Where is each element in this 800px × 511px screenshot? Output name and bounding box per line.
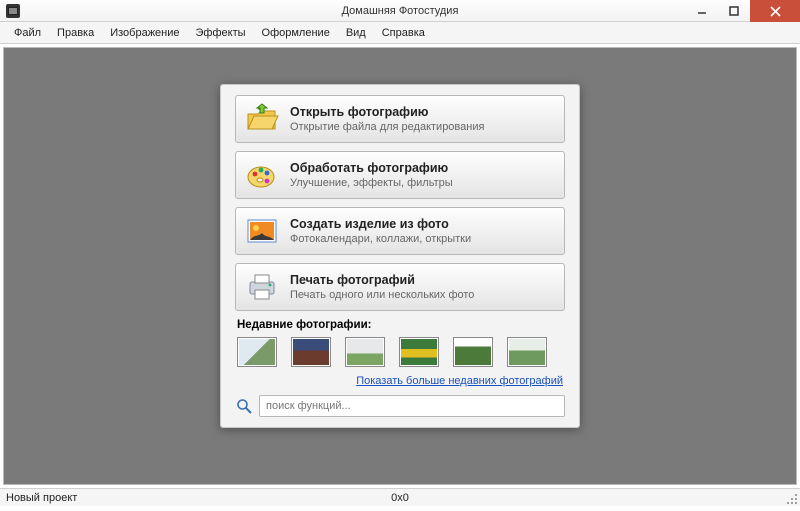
- recent-photos-label: Недавние фотографии:: [237, 319, 563, 331]
- close-button[interactable]: [750, 0, 800, 22]
- process-photo-button[interactable]: Обработать фотографию Улучшение, эффекты…: [235, 151, 565, 199]
- create-product-title: Создать изделие из фото: [290, 217, 471, 231]
- search-icon: [235, 397, 253, 415]
- picture-icon: [244, 213, 280, 249]
- workspace: Открыть фотографию Открытие файла для ре…: [0, 44, 800, 488]
- status-project: Новый проект: [6, 492, 77, 504]
- menubar: Файл Правка Изображение Эффекты Оформлен…: [0, 22, 800, 44]
- palette-icon: [244, 157, 280, 193]
- print-photos-button[interactable]: Печать фотографий Печать одного или неск…: [235, 263, 565, 311]
- window-controls: [686, 0, 800, 22]
- recent-thumb[interactable]: [507, 337, 547, 367]
- printer-icon: [244, 269, 280, 305]
- recent-thumb[interactable]: [399, 337, 439, 367]
- search-input[interactable]: [259, 395, 565, 417]
- open-folder-icon: [244, 101, 280, 137]
- welcome-panel: Открыть фотографию Открытие файла для ре…: [220, 84, 580, 428]
- menu-help[interactable]: Справка: [374, 25, 433, 41]
- process-photo-title: Обработать фотографию: [290, 161, 453, 175]
- menu-edit[interactable]: Правка: [49, 25, 102, 41]
- menu-effects[interactable]: Эффекты: [188, 25, 254, 41]
- more-recent-wrapper: Показать больше недавних фотографий: [237, 375, 563, 387]
- search-row: [235, 395, 565, 417]
- close-icon: [770, 6, 781, 17]
- titlebar: Домашняя Фотостудия: [0, 0, 800, 22]
- open-photo-title: Открыть фотографию: [290, 105, 484, 119]
- status-dimensions: 0x0: [391, 492, 409, 504]
- open-photo-button[interactable]: Открыть фотографию Открытие файла для ре…: [235, 95, 565, 143]
- process-photo-subtitle: Улучшение, эффекты, фильтры: [290, 177, 453, 189]
- window-title: Домашняя Фотостудия: [0, 5, 800, 17]
- recent-thumb[interactable]: [237, 337, 277, 367]
- minimize-icon: [697, 6, 707, 16]
- create-product-subtitle: Фотокалендари, коллажи, открытки: [290, 233, 471, 245]
- recent-thumbs: [235, 337, 565, 371]
- resize-grip[interactable]: [786, 493, 798, 505]
- maximize-icon: [729, 6, 739, 16]
- create-product-button[interactable]: Создать изделие из фото Фотокалендари, к…: [235, 207, 565, 255]
- minimize-button[interactable]: [686, 0, 718, 22]
- maximize-button[interactable]: [718, 0, 750, 22]
- app-icon: [6, 4, 20, 18]
- print-photos-title: Печать фотографий: [290, 273, 474, 287]
- menu-decor[interactable]: Оформление: [254, 25, 338, 41]
- menu-file[interactable]: Файл: [6, 25, 49, 41]
- more-recent-link[interactable]: Показать больше недавних фотографий: [356, 375, 563, 387]
- recent-thumb[interactable]: [291, 337, 331, 367]
- statusbar: Новый проект 0x0: [0, 488, 800, 506]
- menu-image[interactable]: Изображение: [102, 25, 187, 41]
- menu-view[interactable]: Вид: [338, 25, 374, 41]
- recent-thumb[interactable]: [453, 337, 493, 367]
- recent-thumb[interactable]: [345, 337, 385, 367]
- canvas-area: Открыть фотографию Открытие файла для ре…: [3, 47, 797, 485]
- print-photos-subtitle: Печать одного или нескольких фото: [290, 289, 474, 301]
- open-photo-subtitle: Открытие файла для редактирования: [290, 121, 484, 133]
